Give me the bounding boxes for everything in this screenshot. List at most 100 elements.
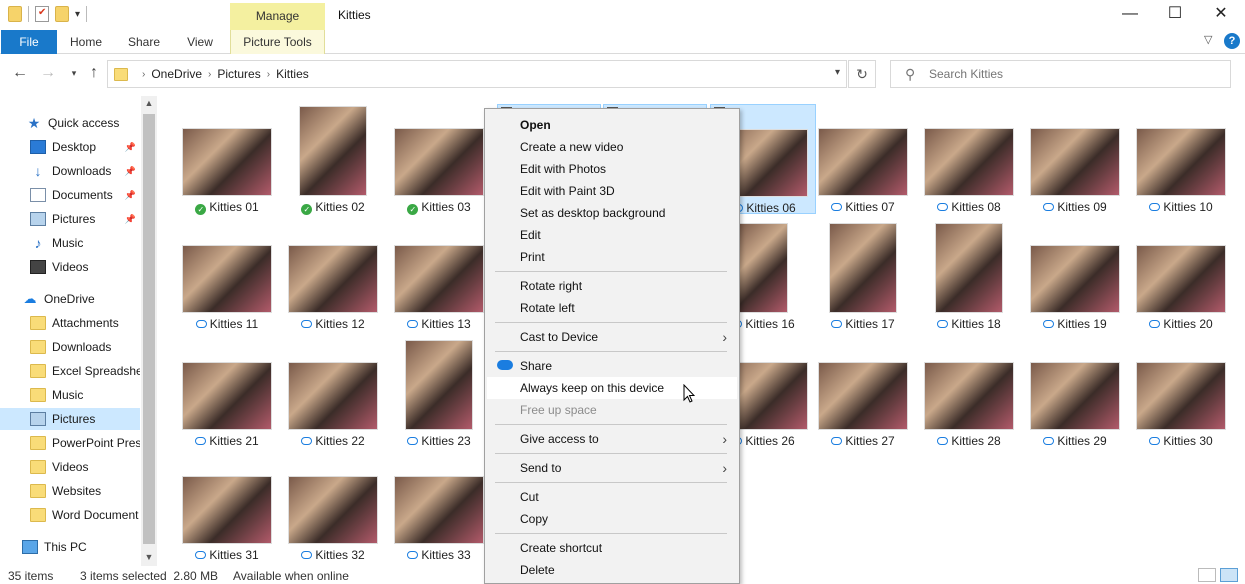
back-arrow-icon[interactable]: ← — [10, 64, 30, 82]
file-tile[interactable]: Kitties 22 — [280, 338, 386, 448]
file-tile[interactable]: Kitties 10 — [1128, 104, 1234, 214]
sidebar-item[interactable]: This PC — [0, 536, 140, 558]
breadcrumb-chevron-icon[interactable]: › — [142, 69, 145, 80]
sidebar-item[interactable]: Attachments — [0, 312, 140, 334]
expand-ribbon-chevron-icon[interactable]: ▽ — [1204, 33, 1212, 46]
sidebar-item[interactable]: Websites — [0, 480, 140, 502]
file-tile[interactable]: Kitties 12 — [280, 221, 386, 331]
sidebar-item[interactable]: Pictures 📌 — [0, 208, 140, 230]
navigation-pane-scrollbar[interactable]: ▲ ▼ — [141, 96, 157, 566]
tab-view[interactable]: View — [178, 30, 222, 54]
breadcrumb-kitties[interactable]: Kitties — [276, 67, 309, 81]
sidebar-item[interactable]: PowerPoint Pres — [0, 432, 140, 454]
tab-picture-tools[interactable]: Picture Tools — [230, 30, 325, 54]
breadcrumb-pictures[interactable]: Pictures — [217, 67, 260, 81]
breadcrumb-chevron-icon[interactable]: › — [267, 69, 270, 80]
sidebar-item[interactable]: Music — [0, 384, 140, 406]
sidebar-item[interactable]: Pictures — [0, 408, 140, 430]
breadcrumb-chevron-icon[interactable]: › — [208, 69, 211, 80]
breadcrumb-onedrive[interactable]: OneDrive — [151, 67, 202, 81]
file-tile[interactable]: Kitties 27 — [810, 338, 916, 448]
tab-file[interactable]: File — [1, 30, 57, 54]
file-tile[interactable]: ✓ Kitties 02 — [280, 104, 386, 215]
sidebar-item[interactable]: Documents 📌 — [0, 184, 140, 206]
sidebar-item[interactable]: ↓ Downloads 📌 — [0, 160, 140, 182]
context-menu-item[interactable]: Rotate right — [487, 275, 737, 297]
help-icon[interactable]: ? — [1224, 33, 1240, 49]
scrollbar-thumb[interactable] — [143, 114, 155, 544]
folder-icon[interactable] — [8, 6, 22, 22]
file-tile[interactable]: Kitties 29 — [1022, 338, 1128, 448]
manage-context-tab[interactable]: Manage — [230, 3, 325, 30]
sidebar-item[interactable]: Word Document — [0, 504, 140, 526]
file-name-text: Kitties 12 — [315, 317, 365, 331]
file-tile[interactable]: Kitties 23 — [386, 338, 492, 448]
sidebar-item[interactable]: ☁ OneDrive — [0, 288, 140, 310]
file-tile[interactable]: Kitties 18 — [916, 221, 1022, 331]
sidebar-item[interactable]: Excel Spreadshe — [0, 360, 140, 382]
maximize-button[interactable]: ☐ — [1152, 0, 1198, 30]
cat-photo-thumbnail — [1030, 362, 1120, 430]
tab-share[interactable]: Share — [120, 30, 168, 54]
sidebar-item[interactable]: Desktop 📌 — [0, 136, 140, 158]
file-tile[interactable]: Kitties 30 — [1128, 338, 1234, 448]
context-menu-item[interactable]: Rotate left — [487, 297, 737, 319]
context-menu-item[interactable]: Edit with Photos — [487, 158, 737, 180]
file-tile[interactable]: Kitties 28 — [916, 338, 1022, 448]
context-menu-item[interactable]: Create a new video — [487, 136, 737, 158]
close-button[interactable]: ✕ — [1198, 0, 1244, 30]
tab-home[interactable]: Home — [62, 30, 110, 54]
large-icons-view-icon[interactable] — [1220, 568, 1238, 582]
address-bar[interactable]: › OneDrive › Pictures › Kitties ▾ — [107, 60, 847, 88]
up-arrow-icon[interactable]: ↑ — [84, 64, 104, 82]
forward-arrow-icon[interactable]: → — [38, 64, 58, 82]
context-menu-item[interactable]: Print — [487, 246, 737, 268]
sidebar-item[interactable]: Videos — [0, 456, 140, 478]
details-view-icon[interactable] — [1198, 568, 1216, 582]
file-tile[interactable]: Kitties 31 — [174, 452, 280, 562]
file-tile[interactable]: Kitties 07 — [810, 104, 916, 214]
file-tile[interactable]: Kitties 08 — [916, 104, 1022, 214]
context-menu-item[interactable]: Always keep on this device — [487, 377, 737, 399]
menu-separator — [495, 453, 727, 454]
search-input[interactable] — [929, 65, 1219, 83]
context-menu-item[interactable]: Cut — [487, 486, 737, 508]
file-tile[interactable]: Kitties 11 — [174, 221, 280, 331]
context-menu-item-label: Edit with Photos — [520, 162, 607, 176]
sidebar-item[interactable]: ★ Quick access — [0, 112, 140, 134]
context-menu-item[interactable]: Set as desktop background — [487, 202, 737, 224]
context-menu-item[interactable]: Open — [487, 114, 737, 136]
customize-toolbar-dropdown-icon[interactable]: ▾ — [75, 9, 80, 20]
file-tile[interactable]: Kitties 21 — [174, 338, 280, 448]
file-tile[interactable]: ✓ Kitties 03 — [386, 104, 492, 215]
file-tile[interactable]: ✓ Kitties 01 — [174, 104, 280, 215]
scroll-down-arrow-icon[interactable]: ▼ — [141, 552, 157, 562]
file-tile[interactable]: Kitties 19 — [1022, 221, 1128, 331]
file-tile[interactable]: Kitties 09 — [1022, 104, 1128, 214]
context-menu-item[interactable]: Cast to Device › — [487, 326, 737, 348]
file-tile[interactable]: Kitties 33 — [386, 452, 492, 562]
context-menu-item[interactable]: Give access to › — [487, 428, 737, 450]
context-menu-item[interactable]: Send to › — [487, 457, 737, 479]
refresh-button[interactable]: ↻ — [848, 60, 876, 88]
sidebar-item[interactable]: Videos — [0, 256, 140, 278]
context-menu-item[interactable]: Copy — [487, 508, 737, 530]
recent-locations-chevron-icon[interactable]: ▾ — [64, 68, 84, 79]
properties-icon[interactable] — [35, 6, 49, 22]
file-tile[interactable]: Kitties 17 — [810, 221, 916, 331]
sidebar-item[interactable]: Downloads — [0, 336, 140, 358]
file-tile[interactable]: Kitties 13 — [386, 221, 492, 331]
search-box[interactable]: ⚲ — [890, 60, 1231, 88]
context-menu-item[interactable]: Share — [487, 355, 737, 377]
minimize-button[interactable]: — — [1107, 0, 1153, 30]
cat-photo-thumbnail — [182, 476, 272, 544]
file-tile[interactable]: Kitties 32 — [280, 452, 386, 562]
context-menu-item[interactable]: Edit — [487, 224, 737, 246]
address-history-dropdown-icon[interactable]: ▾ — [835, 67, 840, 78]
scroll-up-arrow-icon[interactable]: ▲ — [141, 98, 157, 108]
context-menu-item[interactable]: Create shortcut — [487, 537, 737, 559]
context-menu-item[interactable]: Edit with Paint 3D — [487, 180, 737, 202]
file-tile[interactable]: Kitties 20 — [1128, 221, 1234, 331]
new-folder-icon[interactable] — [55, 6, 69, 22]
sidebar-item[interactable]: ♪ Music — [0, 232, 140, 254]
